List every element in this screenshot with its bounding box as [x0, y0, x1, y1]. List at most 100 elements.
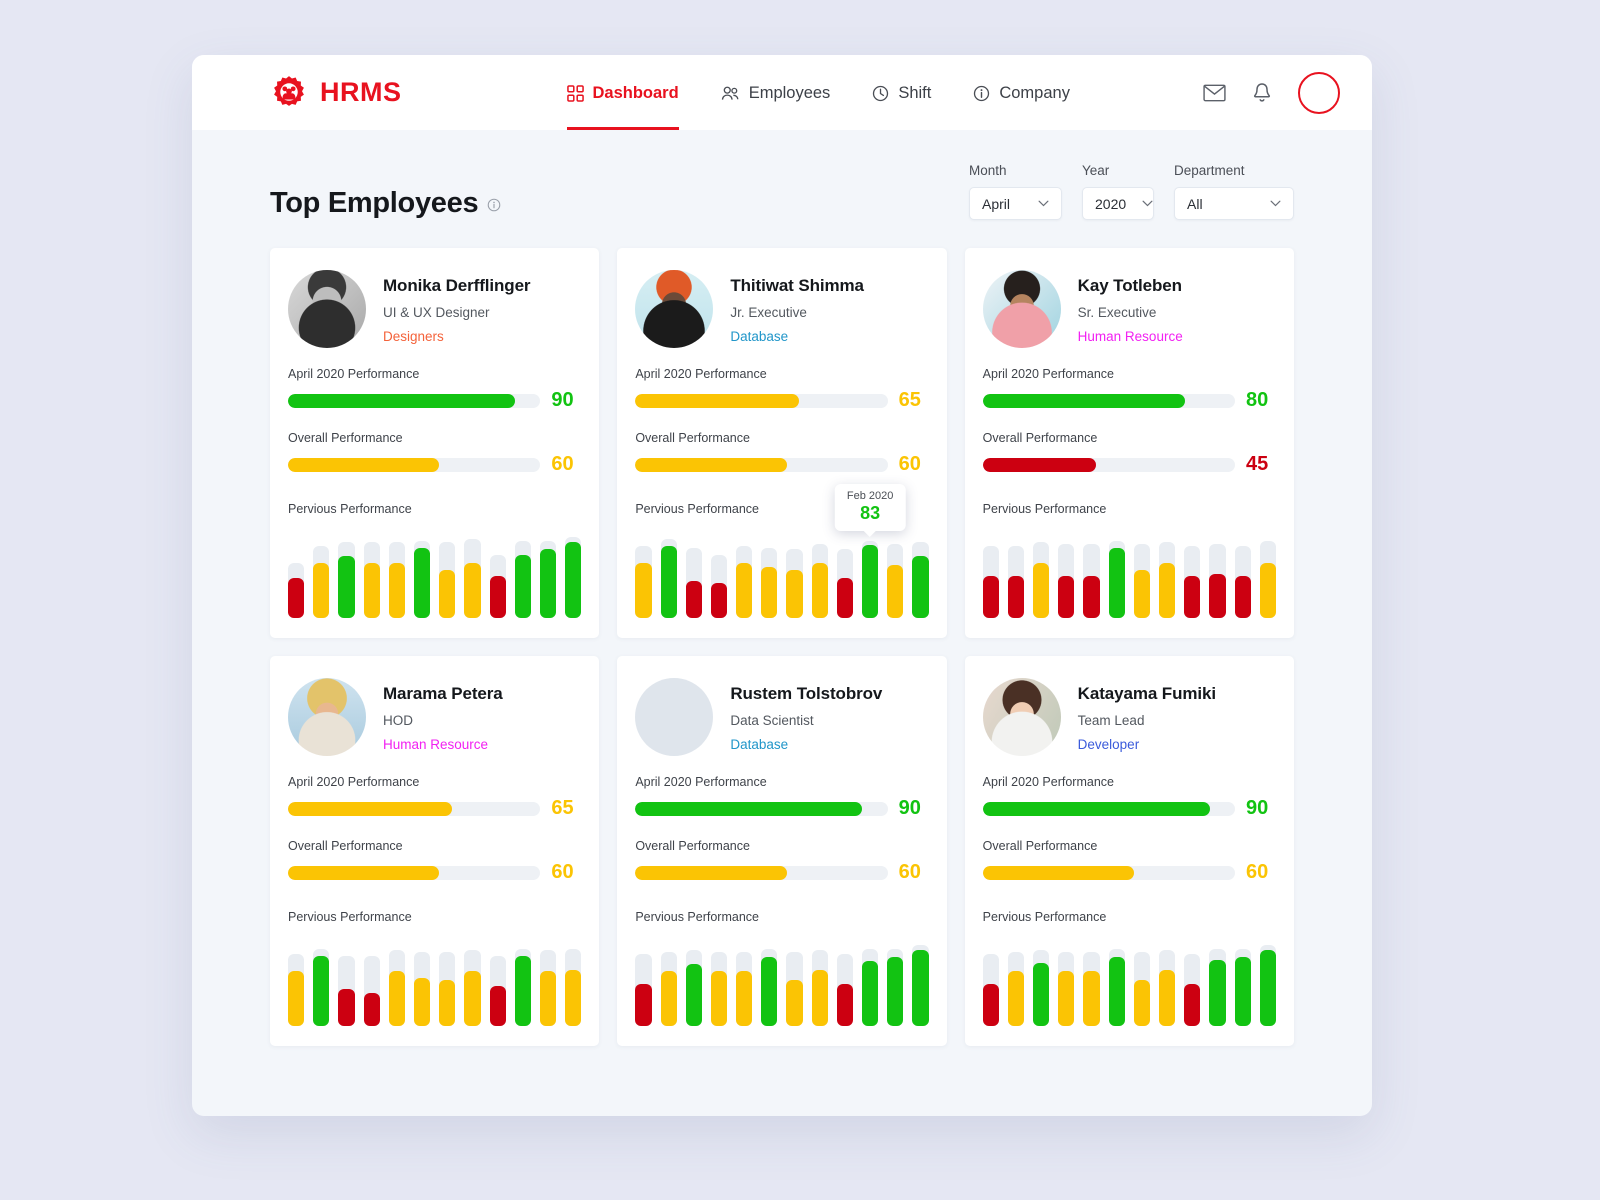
performance-bar[interactable] — [363, 938, 380, 1026]
performance-bar[interactable] — [710, 938, 728, 1026]
performance-bar[interactable] — [363, 530, 380, 618]
performance-bar[interactable] — [1234, 530, 1251, 618]
performance-bar[interactable] — [862, 938, 879, 1026]
performance-bar[interactable] — [439, 530, 456, 618]
performance-bar[interactable] — [388, 938, 405, 1026]
employee-department[interactable]: Designers — [383, 329, 530, 344]
performance-bar[interactable] — [1083, 938, 1100, 1026]
performance-bar[interactable] — [761, 938, 778, 1026]
performance-bar[interactable] — [338, 938, 355, 1026]
performance-bar[interactable] — [912, 530, 929, 618]
performance-bar[interactable] — [786, 938, 803, 1026]
performance-bar-fill — [635, 562, 652, 618]
month-select[interactable]: April — [969, 187, 1062, 220]
performance-bar[interactable] — [887, 530, 904, 618]
nav-item-employees[interactable]: Employees — [721, 55, 830, 130]
performance-bar[interactable] — [1159, 938, 1176, 1026]
employee-department[interactable]: Developer — [1078, 737, 1216, 752]
employee-department[interactable]: Database — [730, 737, 882, 752]
performance-bar[interactable] — [565, 530, 582, 618]
performance-bar[interactable] — [539, 530, 557, 618]
employee-department[interactable]: Human Resource — [383, 737, 503, 752]
performance-bar[interactable] — [413, 530, 431, 618]
performance-bar[interactable] — [1007, 530, 1025, 618]
performance-bar[interactable] — [338, 530, 355, 618]
performance-bar[interactable] — [811, 530, 828, 618]
envelope-icon[interactable] — [1203, 84, 1226, 102]
performance-bar[interactable] — [685, 938, 702, 1026]
employee-card[interactable]: Katayama Fumiki Team Lead Developer April 2… — [964, 656, 1294, 1046]
performance-bar[interactable] — [464, 530, 481, 618]
performance-bar[interactable] — [761, 530, 778, 618]
performance-bar[interactable] — [1133, 938, 1151, 1026]
employee-card[interactable]: Rustem Tolstobrov Data Scientist Database A… — [617, 656, 947, 1046]
performance-bar[interactable] — [1159, 530, 1176, 618]
performance-bar[interactable] — [836, 938, 854, 1026]
employee-card[interactable]: Thitiwat Shimma Jr. Executive Database Apri… — [617, 248, 947, 638]
performance-bar-fill — [1007, 970, 1025, 1026]
performance-bar[interactable] — [736, 530, 753, 618]
nav-item-shift[interactable]: Shift — [872, 55, 931, 130]
performance-bar[interactable] — [887, 938, 904, 1026]
performance-bar[interactable] — [514, 938, 531, 1026]
performance-bar[interactable] — [660, 938, 677, 1026]
performance-bar[interactable] — [1133, 530, 1151, 618]
performance-bar[interactable] — [1259, 938, 1277, 1026]
performance-bar[interactable] — [313, 938, 330, 1026]
performance-bar[interactable] — [710, 530, 728, 618]
performance-bar[interactable] — [912, 938, 929, 1026]
performance-bar[interactable] — [1184, 530, 1201, 618]
performance-bar[interactable] — [786, 530, 803, 618]
performance-bar[interactable] — [539, 938, 557, 1026]
employee-card[interactable]: Marama Petera HOD Human Resource April 2020… — [270, 656, 600, 1046]
performance-bar[interactable] — [288, 938, 305, 1026]
performance-bar[interactable] — [1234, 938, 1251, 1026]
performance-bar[interactable] — [635, 530, 652, 618]
performance-bar[interactable] — [1108, 938, 1125, 1026]
performance-bar[interactable] — [514, 530, 531, 618]
performance-bar[interactable] — [489, 938, 506, 1026]
performance-bar[interactable] — [1083, 530, 1100, 618]
employee-card[interactable]: Monika Derfflinger UI & UX Designer Design… — [270, 248, 600, 638]
year-select[interactable]: 2020 — [1082, 187, 1154, 220]
performance-bar[interactable] — [836, 530, 854, 618]
month-select-value: April — [982, 195, 1011, 212]
performance-bar[interactable] — [660, 530, 677, 618]
performance-bar[interactable] — [313, 530, 330, 618]
performance-bar[interactable] — [982, 530, 999, 618]
performance-bar[interactable] — [1058, 530, 1075, 618]
performance-bar[interactable] — [811, 938, 828, 1026]
performance-bar[interactable] — [413, 938, 431, 1026]
user-avatar[interactable] — [1298, 71, 1340, 114]
performance-bar[interactable] — [1184, 938, 1201, 1026]
performance-bar[interactable] — [288, 530, 305, 618]
performance-bar[interactable] — [1033, 530, 1050, 618]
employee-card[interactable]: Kay Totleben Sr. Executive Human Resource A… — [964, 248, 1294, 638]
performance-bar[interactable] — [685, 530, 702, 618]
performance-bar[interactable] — [1209, 530, 1226, 618]
performance-bar[interactable] — [736, 938, 753, 1026]
performance-bar[interactable] — [388, 530, 405, 618]
page-title-info-icon[interactable] — [487, 198, 501, 212]
performance-bar[interactable] — [464, 938, 481, 1026]
department-select[interactable]: All — [1174, 187, 1294, 220]
bell-icon[interactable] — [1252, 82, 1272, 103]
performance-bar[interactable] — [489, 530, 506, 618]
employee-department[interactable]: Human Resource — [1078, 329, 1183, 344]
performance-bar[interactable]: Feb 2020 83 — [834, 483, 906, 618]
nav-item-company[interactable]: Company — [973, 55, 1070, 130]
employee-header: Thitiwat Shimma Jr. Executive Database — [635, 270, 928, 348]
performance-bar[interactable] — [1058, 938, 1075, 1026]
performance-bar[interactable] — [635, 938, 652, 1026]
performance-bar[interactable] — [1033, 938, 1050, 1026]
performance-bar[interactable] — [565, 938, 582, 1026]
performance-bar[interactable] — [982, 938, 999, 1026]
performance-bar[interactable] — [1209, 938, 1226, 1026]
employee-department[interactable]: Database — [730, 329, 864, 344]
brand-logo[interactable]: HRMS — [270, 74, 402, 112]
performance-bar[interactable] — [439, 938, 456, 1026]
nav-item-dashboard[interactable]: Dashboard — [566, 55, 679, 130]
performance-bar[interactable] — [1108, 530, 1125, 618]
performance-bar[interactable] — [1259, 530, 1277, 618]
performance-bar[interactable] — [1007, 938, 1025, 1026]
